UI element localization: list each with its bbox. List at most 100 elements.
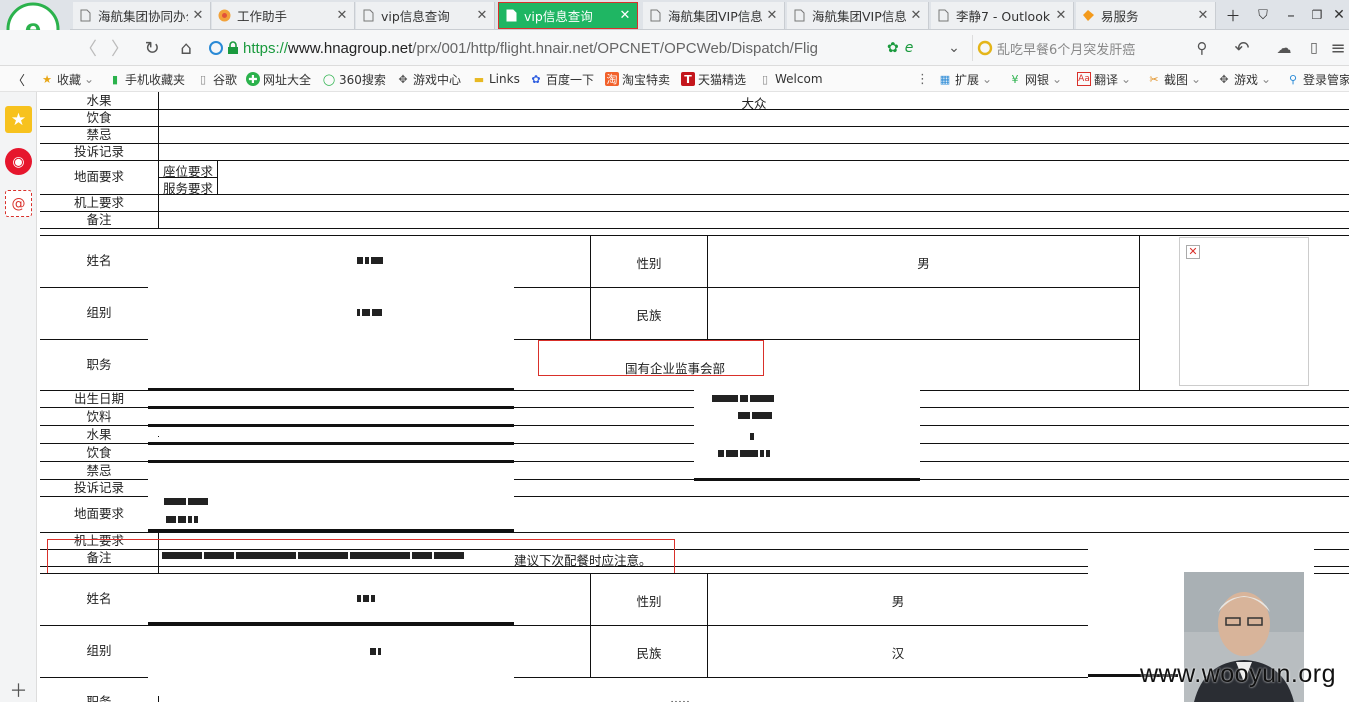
tab-outlook[interactable]: 李静7 - Outlook ✕ — [931, 2, 1074, 29]
bookmark-label: Welcom — [775, 72, 823, 86]
tool-extensions[interactable]: ▦ 扩展 ⌄ — [938, 70, 992, 88]
svg-text:e: e — [25, 13, 42, 30]
bookmark-games[interactable]: ✥ 游戏中心 — [396, 70, 461, 88]
tab-vip-info-1[interactable]: 海航集团VIP信息 ✕ — [643, 2, 785, 29]
url-host: www.hnagroup.net — [288, 39, 413, 57]
cloud-icon[interactable]: ☁ — [1272, 36, 1296, 60]
weibo-icon[interactable]: ◉ — [5, 148, 32, 175]
bookmark-welcome[interactable]: ▯ Welcom — [758, 70, 823, 88]
refresh-icon[interactable]: ↻ — [140, 36, 164, 60]
browser-logo[interactable]: e — [0, 0, 70, 30]
new-tab-button[interactable]: ＋ — [1222, 4, 1244, 26]
tool-translate[interactable]: Aa 翻译 ⌄ — [1077, 70, 1131, 88]
bookmark-label: 淘宝特卖 — [622, 72, 671, 87]
bookmark-label: 360搜索 — [339, 72, 386, 87]
label-complaint: 投诉记录 — [73, 480, 124, 495]
label-onboard: 机上要求 — [73, 195, 124, 210]
label-ethnic: 民族 — [636, 646, 662, 661]
tab-vip-query-1[interactable]: vip信息查询 ✕ — [356, 2, 495, 29]
url-field[interactable]: https://www.hnagroup.net/prx/001/http/fl… — [208, 35, 940, 61]
label-taboo: 禁忌 — [86, 463, 112, 478]
label-name: 姓名 — [86, 253, 112, 268]
bookmark-mobile[interactable]: ▮ 手机收藏夹 — [108, 70, 185, 88]
chevron-down-icon: ⌄ — [84, 72, 95, 86]
more-icon[interactable]: ⋮ — [916, 70, 929, 88]
value-position: 国有企业监事会部 — [624, 361, 725, 376]
phone-icon[interactable]: ▯ — [1302, 36, 1326, 60]
baidu-icon: ✿ — [531, 72, 541, 86]
search-input[interactable]: 乱吃早餐6个月突发肝癌 — [972, 35, 1212, 61]
bookmarks-bar: 〈 ★ 收藏 ⌄ ▮ 手机收藏夹 ▯ 谷歌 ✚ 网址大全 ◯ 360搜索 ✥ 游戏中心 ▬ Li… — [0, 66, 1349, 92]
sidebar-toggle-icon[interactable]: 〈 — [12, 70, 25, 89]
ie-mode-icon[interactable]: e — [905, 40, 914, 56]
close-icon[interactable]: ✕ — [910, 8, 922, 23]
tab-assistant[interactable]: 工作助手 ✕ — [212, 2, 355, 29]
tool-screenshot[interactable]: ✂ 截图 ⌄ — [1147, 70, 1201, 88]
forward-icon[interactable]: 〉 — [108, 36, 132, 60]
extensions-icon: ▦ — [939, 72, 951, 86]
browser-logo-icon: e — [6, 2, 60, 30]
bookmark-favorites[interactable]: ★ 收藏 ⌄ — [40, 70, 94, 88]
undo-icon[interactable]: ↶ — [1230, 36, 1254, 60]
label-position: 职务 — [86, 694, 112, 702]
home-icon[interactable]: ⌂ — [174, 36, 198, 60]
label-diet: 饮食 — [86, 110, 112, 125]
broken-image-icon: ✕ — [1186, 245, 1200, 259]
bookmark-baidu[interactable]: ✿ 百度一下 — [529, 70, 594, 88]
label-gender: 性别 — [636, 594, 662, 609]
value-gender: 男 — [917, 256, 930, 271]
tab-oa[interactable]: 海航集团协同办公 ✕ — [73, 2, 211, 29]
bank-icon: ¥ — [1011, 72, 1019, 86]
tool-games[interactable]: ✥ 游戏 ⌄ — [1217, 70, 1271, 88]
url-dropdown-icon[interactable]: ⌄ — [942, 36, 966, 60]
search-icon[interactable]: ⚲ — [1190, 36, 1214, 60]
close-icon[interactable]: ✕ — [476, 8, 488, 23]
bookmark-taobao[interactable]: 淘淘宝特卖 — [605, 70, 670, 88]
tool-login[interactable]: ⚲ 登录管家 — [1286, 70, 1349, 88]
favorites-sidebar-icon[interactable]: ★ — [5, 106, 32, 133]
label-position: 职务 — [86, 357, 112, 372]
close-icon[interactable]: ✕ — [766, 8, 778, 23]
label-group: 组别 — [86, 643, 112, 658]
close-icon[interactable]: ✕ — [619, 8, 631, 23]
close-icon[interactable]: ✕ — [192, 8, 204, 23]
bookmark-label: 收藏 — [57, 72, 82, 87]
back-icon[interactable]: 〈 — [76, 36, 100, 60]
close-icon[interactable]: ✕ — [1197, 8, 1209, 23]
add-sidebar-icon[interactable]: ＋ — [5, 676, 32, 703]
close-icon[interactable]: ✕ — [1055, 8, 1067, 23]
minimize-icon[interactable]: – — [1280, 4, 1302, 26]
tab-title: vip信息查询 — [524, 9, 593, 24]
bookmark-label: 网址大全 — [263, 72, 312, 87]
close-window-icon[interactable]: ✕ — [1328, 4, 1349, 26]
label-service-req: 服务要求 — [162, 181, 213, 196]
label-name: 姓名 — [86, 591, 112, 606]
tab-vip-info-2[interactable]: 海航集团VIP信息 ✕ — [787, 2, 929, 29]
label-fruit: 水果 — [86, 427, 112, 442]
tab-title: 易服务 — [1101, 9, 1139, 24]
assistant-icon — [218, 9, 231, 22]
bookmark-google[interactable]: ▯ 谷歌 — [196, 70, 237, 88]
taobao-icon: 淘 — [605, 72, 619, 86]
page-icon — [937, 9, 950, 22]
label-complaint: 投诉记录 — [73, 144, 124, 159]
tab-service[interactable]: 易服务 ✕ — [1076, 2, 1216, 29]
shirt-icon[interactable]: ⛉ — [1252, 4, 1274, 26]
url-text: https://www.hnagroup.net/prx/001/http/fl… — [243, 40, 883, 57]
menu-icon[interactable]: ≡ — [1326, 36, 1349, 60]
service-icon — [1082, 9, 1095, 22]
close-icon[interactable]: ✕ — [336, 8, 348, 23]
tab-vip-query-active[interactable]: vip信息查询 ✕ — [498, 2, 638, 29]
bookmark-sites[interactable]: ✚ 网址大全 — [246, 70, 311, 88]
bookmark-tmall[interactable]: T 天猫精选 — [681, 70, 746, 88]
value-remark: 建议下次配餐时应注意。 — [514, 553, 652, 568]
bookmark-links[interactable]: ▬ Links — [472, 70, 520, 88]
bookmark-360search[interactable]: ◯ 360搜索 — [322, 70, 386, 88]
restore-icon[interactable]: ❐ — [1306, 4, 1328, 26]
label-fruit: 水果 — [86, 93, 112, 108]
tool-bank[interactable]: ¥ 网银 ⌄ — [1008, 70, 1063, 88]
mail-icon[interactable]: @ — [5, 190, 32, 217]
label-birth: 出生日期 — [73, 391, 124, 406]
compat-icon[interactable]: ✿ — [887, 40, 899, 56]
tab-title: 海航集团VIP信息 — [668, 9, 762, 24]
